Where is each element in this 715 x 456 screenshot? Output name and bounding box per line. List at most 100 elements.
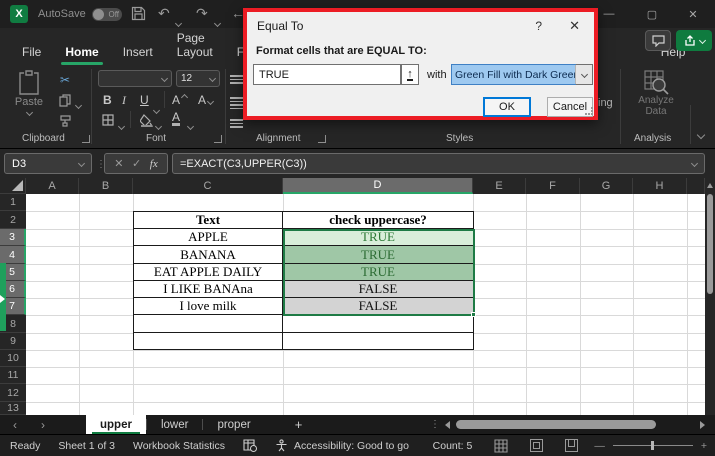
column-header-d[interactable]: D bbox=[283, 178, 473, 194]
analyze-data-button[interactable]: Analyze Data bbox=[626, 69, 686, 117]
font-name-combo[interactable] bbox=[98, 70, 172, 87]
conditional-formatting-partial-label[interactable]: ing bbox=[598, 97, 613, 109]
redo-button[interactable]: ↷ bbox=[196, 6, 208, 20]
fill-color-icon[interactable] bbox=[138, 113, 154, 127]
tab-page-layout[interactable]: Page Layout bbox=[165, 28, 225, 65]
sheet-tab-lower[interactable]: lower bbox=[147, 415, 202, 434]
accessibility-icon[interactable] bbox=[275, 439, 288, 452]
minimize-button[interactable]: — bbox=[602, 8, 616, 20]
tab-file[interactable]: File bbox=[10, 42, 53, 65]
zoom-in-button[interactable]: + bbox=[701, 440, 707, 452]
ok-button[interactable]: OK bbox=[483, 97, 531, 117]
bold-button[interactable]: B bbox=[103, 93, 112, 107]
font-color-chevron-icon[interactable] bbox=[186, 116, 195, 134]
decrease-font-button[interactable]: A bbox=[198, 93, 215, 107]
column-header-a[interactable]: A bbox=[26, 178, 79, 194]
dialog-help-button[interactable]: ? bbox=[535, 19, 542, 33]
tab-insert[interactable]: Insert bbox=[111, 42, 165, 65]
column-header-c[interactable]: C bbox=[133, 178, 283, 194]
scroll-right-icon[interactable] bbox=[700, 420, 705, 429]
workbook-statistics-button[interactable]: Workbook Statistics bbox=[133, 440, 225, 452]
value-input[interactable] bbox=[253, 64, 401, 85]
cut-icon[interactable]: ✂ bbox=[57, 73, 73, 87]
share-button[interactable] bbox=[676, 30, 712, 51]
font-size-combo[interactable]: 12 bbox=[176, 70, 220, 87]
workbook-statistics-icon[interactable] bbox=[243, 439, 258, 452]
tab-home[interactable]: Home bbox=[53, 42, 110, 65]
borders-icon[interactable] bbox=[100, 113, 116, 127]
close-button[interactable]: ✕ bbox=[686, 8, 700, 21]
row-header-3[interactable]: 3 bbox=[0, 229, 26, 246]
row-header-1[interactable]: 1 bbox=[0, 194, 26, 211]
sheet-tab-proper[interactable]: proper bbox=[203, 415, 264, 434]
format-dropdown[interactable]: Green Fill with Dark Green Text bbox=[451, 64, 593, 85]
cancel-entry-icon[interactable]: ✕ bbox=[114, 157, 123, 170]
borders-chevron-icon[interactable] bbox=[117, 116, 126, 134]
column-header-g[interactable]: G bbox=[580, 178, 633, 194]
collapse-ribbon-chevron-icon[interactable] bbox=[696, 125, 706, 143]
font-dialog-launcher[interactable] bbox=[214, 135, 222, 143]
underline-button[interactable]: U bbox=[140, 93, 149, 107]
enter-entry-icon[interactable]: ✓ bbox=[132, 157, 141, 170]
normal-view-icon[interactable] bbox=[494, 439, 508, 453]
hscroll-thumb[interactable] bbox=[456, 420, 656, 429]
vertical-scrollbar[interactable] bbox=[705, 178, 715, 415]
cell-text-value[interactable]: I LIKE BANAna bbox=[133, 281, 283, 298]
cell-text-value[interactable]: I love milk bbox=[133, 298, 283, 315]
scroll-left-icon[interactable] bbox=[445, 420, 450, 429]
zoom-slider-thumb[interactable] bbox=[650, 441, 654, 450]
save-icon[interactable] bbox=[131, 6, 146, 21]
page-break-view-icon[interactable] bbox=[565, 439, 579, 452]
cell-text-value[interactable] bbox=[133, 333, 283, 350]
name-box[interactable]: D3 bbox=[4, 153, 92, 174]
row-header-12[interactable]: 12 bbox=[0, 384, 26, 402]
row-header-11[interactable]: 11 bbox=[0, 367, 26, 384]
formula-input[interactable]: =EXACT(C3,UPPER(C3)) bbox=[172, 153, 705, 174]
format-dropdown-chevron-icon[interactable] bbox=[575, 65, 592, 84]
fill-handle[interactable] bbox=[471, 312, 476, 317]
range-picker-button[interactable]: ↑ bbox=[401, 64, 419, 85]
format-painter-icon[interactable] bbox=[57, 113, 73, 127]
maximize-button[interactable]: ▢ bbox=[645, 8, 659, 21]
vscroll-thumb[interactable] bbox=[707, 194, 713, 294]
row-header-13[interactable]: 13 bbox=[0, 402, 26, 415]
increase-font-button[interactable]: A bbox=[172, 93, 189, 107]
column-header-b[interactable]: B bbox=[79, 178, 133, 194]
zoom-out-button[interactable]: — bbox=[594, 440, 605, 452]
fill-color-chevron-icon[interactable] bbox=[154, 116, 163, 134]
comments-button[interactable] bbox=[645, 30, 671, 51]
cell-text-value[interactable] bbox=[133, 315, 283, 333]
copy-icon[interactable] bbox=[57, 93, 73, 107]
add-sheet-button[interactable]: + bbox=[295, 417, 303, 432]
cell-text-value[interactable]: EAT APPLE DAILY bbox=[133, 264, 283, 281]
justify-icon[interactable] bbox=[230, 95, 243, 111]
insert-function-icon[interactable]: fx bbox=[150, 158, 158, 170]
paste-button[interactable]: Paste bbox=[8, 70, 50, 128]
sheet-nav-right-icon[interactable]: › bbox=[30, 418, 56, 432]
cell-check-value[interactable] bbox=[283, 333, 474, 350]
column-header-h[interactable]: H bbox=[633, 178, 687, 194]
sheet-tab-upper[interactable]: upper bbox=[86, 415, 146, 434]
row-header-10[interactable]: 10 bbox=[0, 350, 26, 367]
scroll-up-icon[interactable] bbox=[707, 183, 713, 188]
header-cell-text[interactable]: Text bbox=[133, 211, 283, 229]
row-header-9[interactable]: 9 bbox=[0, 333, 26, 350]
alignment-dialog-launcher[interactable] bbox=[318, 135, 326, 143]
clipboard-dialog-launcher[interactable] bbox=[82, 135, 90, 143]
select-all-button[interactable] bbox=[0, 178, 26, 194]
row-header-4[interactable]: 4 bbox=[0, 246, 26, 264]
accessibility-status[interactable]: Accessibility: Good to go bbox=[294, 440, 409, 452]
cell-check-value[interactable] bbox=[283, 315, 474, 333]
font-color-button[interactable]: A bbox=[172, 111, 181, 126]
dialog-resize-grip[interactable] bbox=[585, 107, 593, 115]
zoom-slider[interactable] bbox=[612, 441, 693, 450]
autosave-toggle[interactable]: Off bbox=[92, 8, 122, 21]
cell-text-value[interactable]: BANANA bbox=[133, 246, 283, 264]
sheet-nav-left-icon[interactable]: ‹ bbox=[0, 418, 30, 432]
copy-chevron-icon[interactable] bbox=[74, 95, 83, 113]
column-header-e[interactable]: E bbox=[473, 178, 526, 194]
page-layout-view-icon[interactable] bbox=[530, 439, 544, 452]
dialog-close-button[interactable]: ✕ bbox=[569, 18, 580, 34]
sheetbar-splitter-icon[interactable]: ⋮ bbox=[430, 419, 441, 430]
row-header-2[interactable]: 2 bbox=[0, 211, 26, 229]
